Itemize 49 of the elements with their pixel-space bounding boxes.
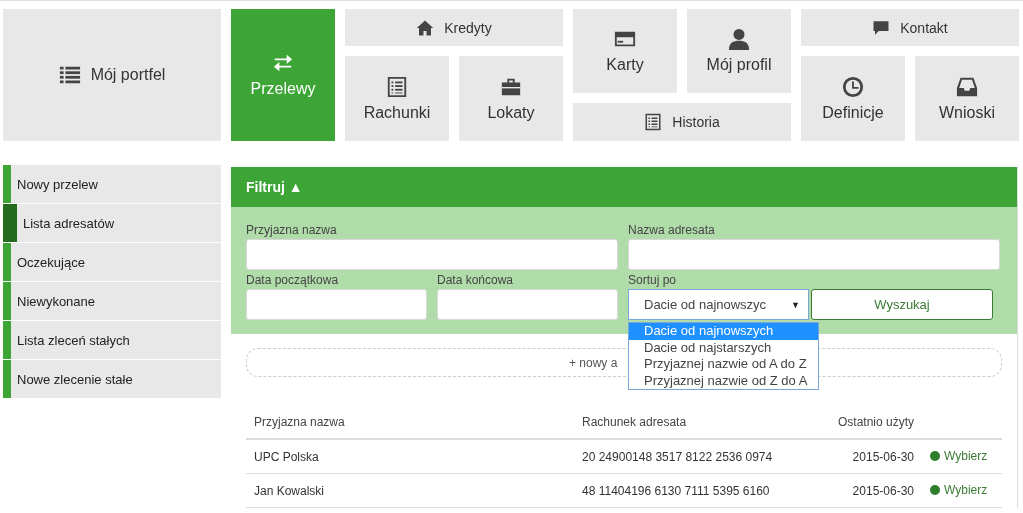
search-button[interactable]: Wyszukaj — [811, 289, 993, 320]
inbox-icon — [956, 75, 978, 98]
field-label: Sortuj po — [628, 273, 678, 287]
input-field[interactable] — [246, 239, 618, 270]
table-cell: Jan Kowalski — [246, 473, 574, 508]
table-cell: 48 11404196 6130 7111 5395 6160 — [574, 473, 815, 508]
menu-tile[interactable]: Kontakt — [801, 9, 1019, 46]
caret-icon: ▼ — [791, 299, 800, 310]
column-header: Przyjazna nazwa — [246, 405, 574, 439]
transfer-arrows-icon — [272, 52, 294, 74]
chat-bubble-icon — [872, 18, 891, 37]
field-label: Data końcowa — [437, 273, 515, 287]
home-icon — [416, 18, 435, 37]
sidebar-item[interactable]: Lista zleceń stałych — [3, 321, 221, 359]
clock-icon — [842, 75, 864, 98]
sort-dropdown[interactable]: Dacie od najnowszyc ▼ — [628, 289, 809, 320]
document-list-icon — [386, 75, 408, 98]
menu-tile[interactable]: Mój profil — [687, 9, 791, 93]
menu-tile[interactable]: Rachunki — [345, 56, 449, 141]
sidebar-item[interactable]: Niewykonane — [3, 282, 221, 320]
menu-tile[interactable]: Wnioski — [915, 56, 1019, 141]
table-cell: UPC Polska — [246, 439, 574, 474]
field-label: Nazwa adresata — [628, 223, 716, 237]
sidebar-item[interactable]: Lista adresatów — [3, 204, 221, 242]
column-header: Rachunek adresata — [574, 405, 815, 439]
input-field[interactable] — [437, 289, 618, 320]
menu-tile[interactable]: Lokaty — [459, 56, 563, 141]
document-list-icon — [644, 113, 663, 131]
menu-tile[interactable]: Mój portfel — [3, 9, 221, 141]
dropdown-option[interactable]: Przyjaznej nazwie od A do Z — [629, 356, 818, 373]
input-field[interactable] — [246, 289, 427, 320]
column-header: Ostatnio użyty — [814, 405, 922, 439]
input-field[interactable] — [628, 239, 1000, 270]
table-cell: 2015-06-30 — [814, 473, 922, 508]
menu-tile[interactable]: Definicje — [801, 56, 905, 141]
field-label: Data początkowa — [246, 273, 340, 287]
list-icon — [58, 64, 81, 86]
sidebar-item[interactable]: Nowe zlecenie stałe — [3, 360, 221, 398]
person-icon — [728, 28, 750, 50]
menu-tile[interactable]: Kredyty — [345, 9, 563, 46]
menu-tile[interactable]: Historia — [573, 103, 791, 141]
table-cell: 2015-06-30 — [814, 439, 922, 474]
table-cell: 20 24900148 3517 8122 2536 0974 — [574, 439, 815, 474]
select-link[interactable]: Wybierz — [930, 449, 988, 463]
sidebar-item[interactable]: Oczekujące — [3, 243, 221, 281]
sidebar-item[interactable]: Nowy przelew — [3, 165, 221, 203]
select-link[interactable]: Wybierz — [930, 483, 988, 497]
menu-tile[interactable]: Karty — [573, 9, 677, 93]
field-label: Przyjazna nazwa — [246, 223, 338, 237]
